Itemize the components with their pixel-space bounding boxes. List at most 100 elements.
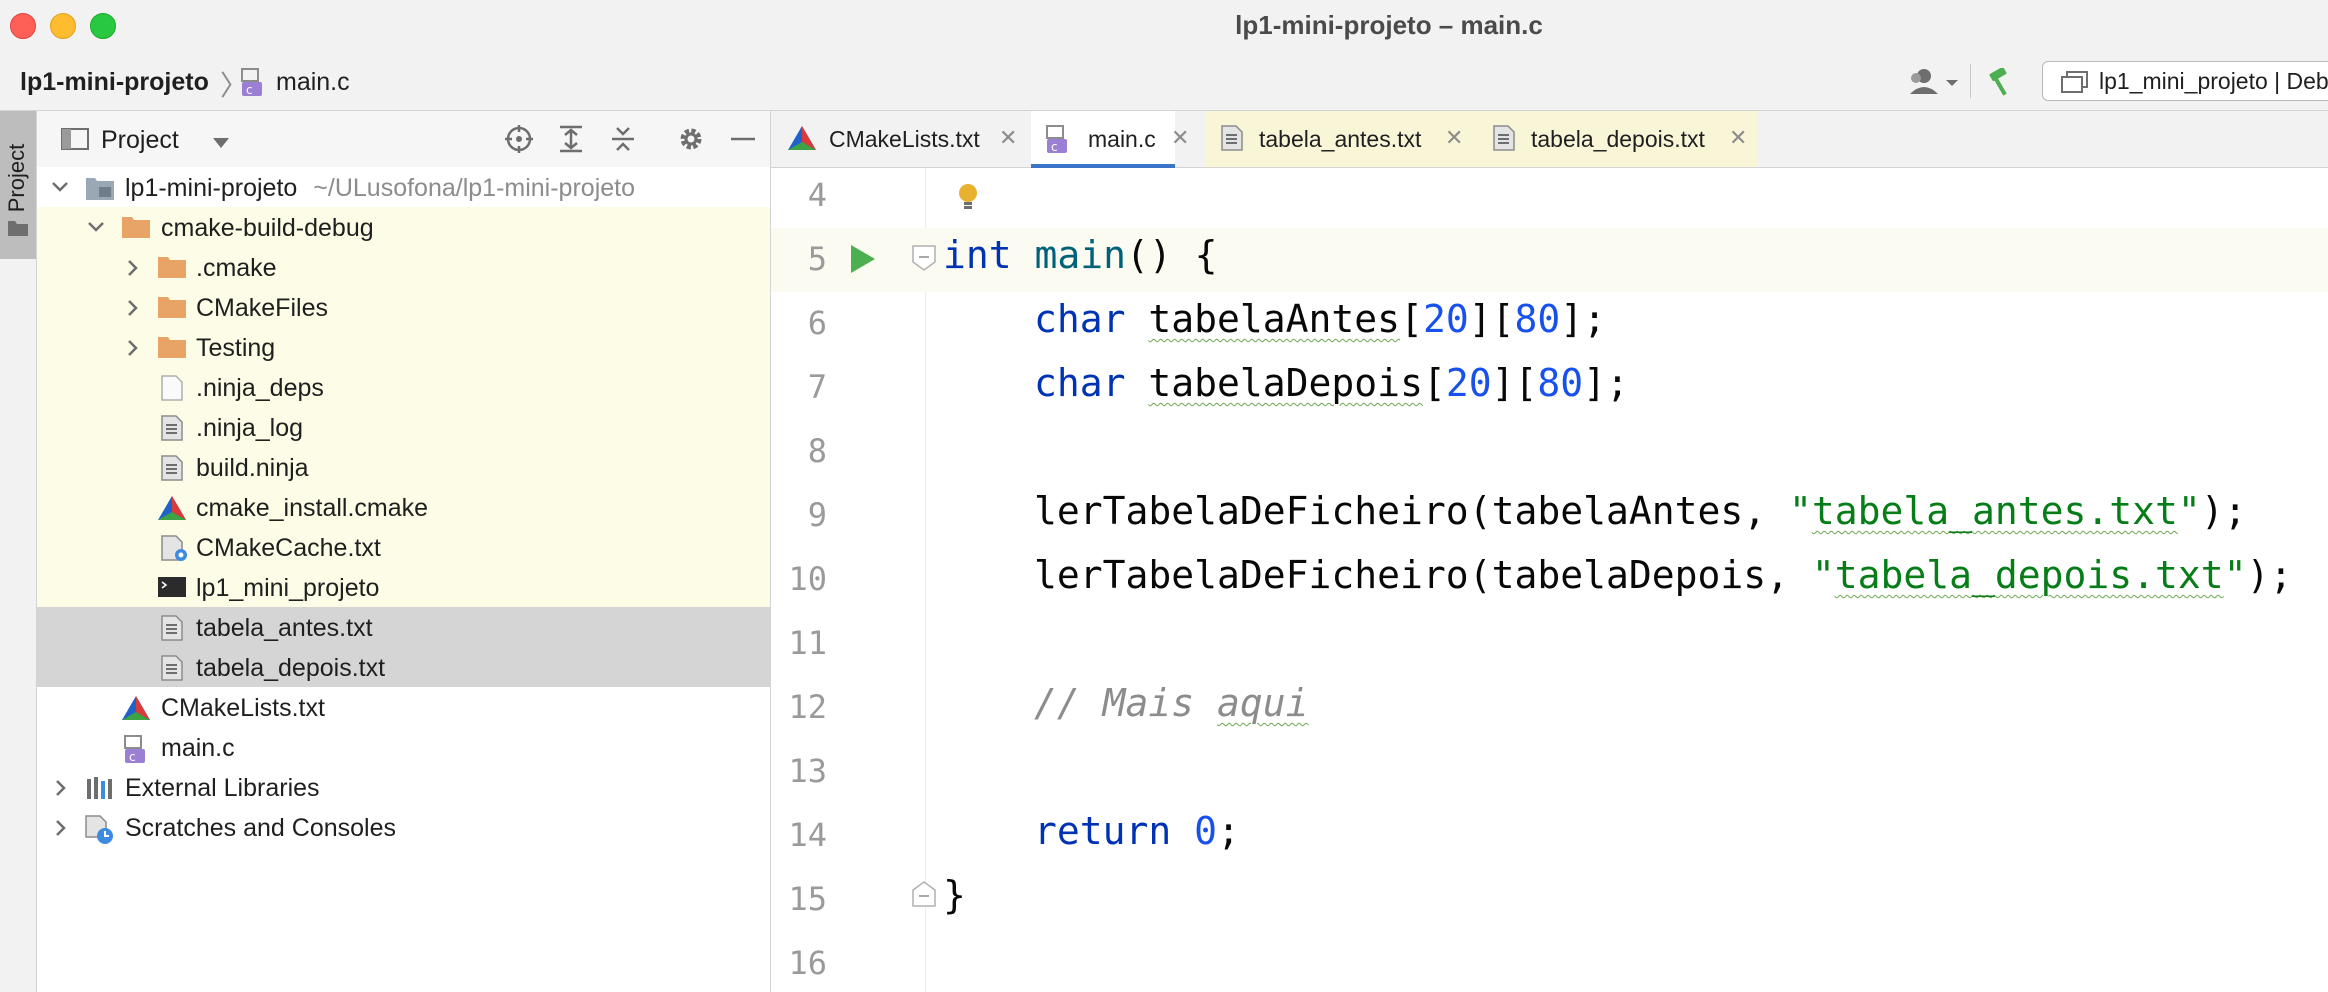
- folder-icon: [121, 215, 151, 244]
- project-panel-header: Project: [37, 111, 770, 167]
- breadcrumb-project[interactable]: lp1-mini-projeto: [20, 68, 209, 97]
- tree-item-ninja-deps[interactable]: .ninja_deps: [37, 367, 770, 407]
- user-icon[interactable]: [1906, 68, 1958, 101]
- tree-item-label: tabela_antes.txt: [196, 614, 373, 642]
- cmake-cache-icon: [161, 535, 189, 568]
- tree-item-label: .ninja_log: [196, 414, 304, 442]
- tree-root-name: lp1-mini-projeto: [125, 174, 298, 202]
- c-file-icon: c: [1045, 125, 1073, 160]
- tree-item-label: External Libraries: [125, 774, 320, 802]
- line-number: 6: [807, 304, 827, 342]
- chevron-right-icon[interactable]: [125, 339, 141, 362]
- project-tool-tab-label: Project: [4, 143, 29, 213]
- folder-icon: [157, 295, 187, 324]
- project-panel: Project lp1-mini-projeto ~/ULusofona/lp1-…: [37, 111, 771, 992]
- tree-item-label: CMakeLists.txt: [161, 694, 325, 722]
- tree-item-dot-cmake[interactable]: .cmake: [37, 247, 770, 287]
- line-number: 9: [807, 496, 827, 534]
- code-line-15: }: [943, 873, 966, 917]
- line-number: 12: [788, 688, 827, 726]
- tree-item-root[interactable]: lp1-mini-projeto ~/ULusofona/lp1-mini-pro…: [37, 167, 770, 207]
- line-number: 15: [788, 880, 827, 918]
- chevron-down-icon[interactable]: [87, 219, 105, 240]
- hide-panel-icon[interactable]: [729, 125, 757, 158]
- code-line-7: char tabelaDepois[20][80];: [1034, 361, 1629, 405]
- chevron-right-icon[interactable]: [125, 259, 141, 282]
- tree-item-executable[interactable]: lp1_mini_projeto: [37, 567, 770, 607]
- tree-item-label: .ninja_deps: [196, 374, 324, 402]
- tab-tabela-antes[interactable]: tabela_antes.txt ✕: [1205, 111, 1477, 167]
- tree-item-tabela-antes[interactable]: tabela_antes.txt: [37, 607, 770, 647]
- close-icon[interactable]: ✕: [999, 125, 1017, 151]
- collapse-all-icon[interactable]: [609, 125, 637, 158]
- tree-item-scratches[interactable]: Scratches and Consoles: [37, 807, 770, 847]
- line-number: 10: [788, 560, 827, 598]
- text-file-icon: [1221, 125, 1243, 156]
- project-tool-tab[interactable]: Project: [0, 111, 36, 259]
- expand-all-icon[interactable]: [557, 125, 585, 158]
- tab-label: CMakeLists.txt: [829, 126, 980, 152]
- tree-item-label: Scratches and Consoles: [125, 814, 396, 842]
- window-icon: [61, 127, 89, 156]
- tree-item-cmakelists[interactable]: CMakeLists.txt: [37, 687, 770, 727]
- run-configuration-selector[interactable]: lp1_mini_projeto | Debug: [2042, 61, 2328, 101]
- c-file-icon: c: [240, 68, 268, 103]
- tab-main-c[interactable]: c main.c ✕: [1031, 111, 1189, 168]
- chevron-down-icon[interactable]: [213, 135, 229, 153]
- cmake-icon: [157, 495, 187, 526]
- close-icon[interactable]: ✕: [1729, 125, 1747, 151]
- tree-item-label: Testing: [196, 334, 276, 362]
- gear-icon[interactable]: [677, 125, 705, 158]
- tab-tabela-depois[interactable]: tabela_depois.txt ✕: [1477, 111, 1757, 167]
- file-icon: [161, 375, 183, 406]
- tree-item-cmakecache[interactable]: CMakeCache.txt: [37, 527, 770, 567]
- line-number: 5: [807, 240, 827, 278]
- build-hammer-icon[interactable]: [1986, 66, 2016, 101]
- tree-item-label: build.ninja: [196, 454, 309, 482]
- line-number: 4: [807, 176, 827, 214]
- run-gutter-icon[interactable]: [849, 243, 877, 280]
- line-number: 16: [788, 944, 827, 982]
- chevron-down-icon[interactable]: [51, 179, 69, 200]
- tab-cmakelists[interactable]: CMakeLists.txt ✕: [771, 111, 1029, 167]
- code-line-6: char tabelaAntes[20][80];: [1034, 297, 1607, 341]
- left-tool-strip: Project: [0, 111, 37, 992]
- navigation-bar: lp1-mini-projeto 〉 c main.c lp1_mini_pro…: [0, 52, 2328, 111]
- line-number: 13: [788, 752, 827, 790]
- breadcrumb-file[interactable]: main.c: [276, 68, 350, 97]
- chevron-right-icon[interactable]: [53, 779, 69, 802]
- tree-item-label: cmake-build-debug: [161, 214, 374, 242]
- cmake-icon: [787, 125, 817, 156]
- tree-item-cmake-build-debug[interactable]: cmake-build-debug: [37, 207, 770, 247]
- fold-icon[interactable]: [911, 880, 937, 913]
- project-folder-icon: [85, 175, 115, 206]
- close-icon[interactable]: ✕: [1445, 125, 1463, 151]
- tab-label: main.c: [1088, 126, 1156, 152]
- chevron-right-icon[interactable]: [53, 819, 69, 842]
- tree-item-label: cmake_install.cmake: [196, 494, 429, 522]
- scratches-icon: [85, 815, 115, 850]
- tab-label: tabela_depois.txt: [1531, 126, 1705, 152]
- fold-icon[interactable]: [911, 244, 937, 277]
- window-title: lp1-mini-projeto – main.c: [1235, 10, 1543, 40]
- tree-item-tabela-depois[interactable]: tabela_depois.txt: [37, 647, 770, 687]
- text-file-icon: [1493, 125, 1515, 156]
- window-icon: [2061, 71, 2089, 98]
- tree-item-label: lp1_mini_projeto: [196, 574, 380, 602]
- tree-item-external-libraries[interactable]: External Libraries: [37, 767, 770, 807]
- chevron-right-icon[interactable]: [125, 299, 141, 322]
- tree-item-cmake-install[interactable]: cmake_install.cmake: [37, 487, 770, 527]
- tree-item-cmakefiles[interactable]: CMakeFiles: [37, 287, 770, 327]
- locate-icon[interactable]: [505, 125, 533, 158]
- tree-item-main-c[interactable]: c main.c: [37, 727, 770, 767]
- tree-item-ninja-log[interactable]: .ninja_log: [37, 407, 770, 447]
- close-icon[interactable]: ✕: [1171, 125, 1189, 151]
- svg-text:c: c: [1051, 140, 1058, 154]
- tree-item-label: CMakeCache.txt: [196, 534, 381, 562]
- tree-item-testing[interactable]: Testing: [37, 327, 770, 367]
- lightbulb-icon[interactable]: [956, 182, 980, 217]
- tree-item-build-ninja[interactable]: build.ninja: [37, 447, 770, 487]
- text-file-icon: [161, 655, 183, 686]
- tree-item-label: tabela_depois.txt: [196, 654, 386, 682]
- project-view-title[interactable]: Project: [101, 126, 179, 155]
